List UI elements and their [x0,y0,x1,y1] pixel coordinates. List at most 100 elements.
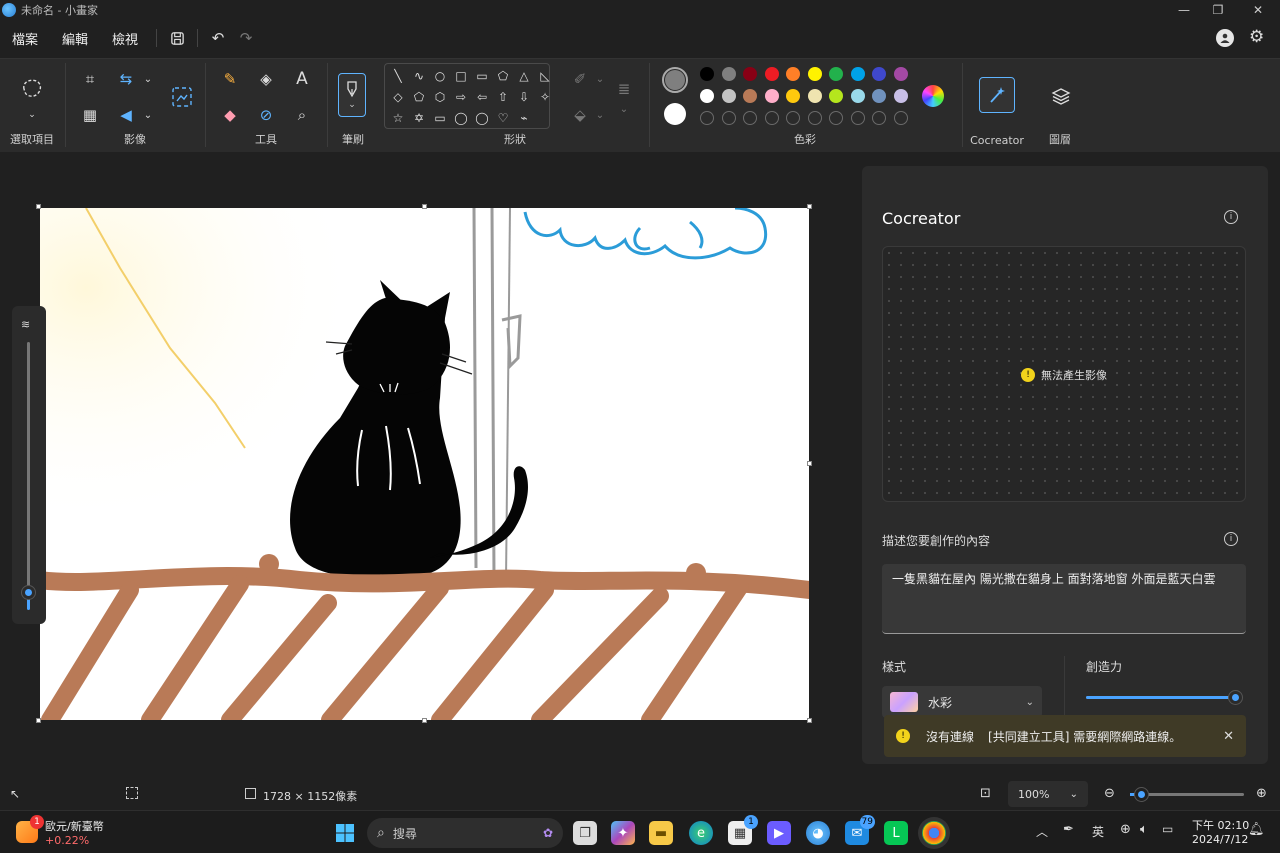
widgets-stock-icon[interactable]: 1 [16,815,44,843]
palette-color-swatch[interactable] [807,89,822,103]
shape-triangle-icon[interactable]: △ [514,66,534,86]
volume-icon[interactable]: 🔈︎ [1140,822,1148,837]
palette-color-swatch[interactable] [786,89,800,103]
paint-taskbar-icon[interactable]: ◕ [806,821,830,845]
image-effects-icon[interactable]: ▦ [78,103,102,127]
start-windows-icon[interactable] [333,821,357,845]
menu-view[interactable]: 檢視 [100,25,150,52]
style-dropdown[interactable]: 水彩 ⌄ [882,686,1042,718]
color-picker-icon[interactable]: ⊘ [254,103,278,127]
eraser-icon[interactable]: ◆ [218,103,242,127]
chrome-browser-icon[interactable] [922,821,946,845]
task-view-icon[interactable]: ❐ [573,821,597,845]
resize-handle-top-right[interactable] [807,204,812,209]
layers-icon[interactable] [1048,83,1074,109]
shape-line-icon[interactable]: ╲ [388,66,408,86]
mail-icon[interactable]: ✉ 79 [845,815,875,845]
settings-gear-icon[interactable]: ⚙ [1249,27,1264,47]
restore-icon[interactable]: ❐ [1196,0,1240,20]
palette-color-swatch[interactable] [850,89,865,103]
shape-four-point-star-icon[interactable]: ✧ [535,87,555,107]
custom-color-slot[interactable] [764,111,779,125]
redo-icon[interactable]: ↷ [232,24,260,52]
edit-colors-icon[interactable] [922,85,944,107]
battery-icon[interactable]: ▭ [1162,822,1173,836]
shape-polygon-icon[interactable]: ⬠ [493,66,513,86]
line-app-icon[interactable]: L [884,821,908,845]
undo-icon[interactable]: ↶ [204,24,232,52]
zoom-slider[interactable] [1130,788,1244,801]
zoom-dropdown[interactable]: 100% ⌄ [1008,781,1088,807]
custom-color-slot[interactable] [743,111,757,125]
shape-callout-oval-icon[interactable]: ◯ [451,108,471,128]
fit-to-window-icon[interactable]: ⊡ [980,786,991,801]
shape-curve-icon[interactable]: ∿ [409,66,429,86]
shape-left-arrow-icon[interactable]: ⇦ [472,87,492,107]
custom-color-slot[interactable] [829,111,843,125]
brush-button[interactable]: ⌄ [338,73,366,117]
slider-thumb[interactable] [22,586,35,599]
creativity-slider-track[interactable] [1086,691,1242,704]
custom-color-slot[interactable] [721,111,736,125]
outline-dropdown-icon[interactable]: ⌄ [588,67,612,91]
zoom-in-icon[interactable]: ⊕ [1256,786,1267,801]
palette-color-swatch[interactable] [829,67,843,81]
resize-handle-top[interactable] [422,204,427,209]
custom-color-slot[interactable] [893,111,908,125]
account-icon[interactable] [1216,29,1234,47]
palette-color-swatch[interactable] [872,89,886,103]
resize-handle-right[interactable] [807,461,812,466]
custom-color-slot[interactable] [850,111,865,125]
shape-callout-rect-icon[interactable]: ▭ [430,108,450,128]
resize-handle-top-left[interactable] [36,204,41,209]
shape-up-arrow-icon[interactable]: ⇧ [493,87,513,107]
palette-color-swatch[interactable] [700,89,714,103]
shape-lightning-icon[interactable]: ⌁ [514,108,534,128]
shape-right-triangle-icon[interactable]: ◺ [535,66,555,86]
size-dropdown-icon[interactable]: ⌄ [612,97,636,121]
shape-rectangle-icon[interactable]: □ [451,66,471,86]
palette-color-swatch[interactable] [872,67,886,81]
copilot-icon[interactable]: ✦ [611,821,635,845]
taskbar-search-box[interactable]: ⌕ 搜尋 ✿ [367,818,563,848]
file-explorer-icon[interactable]: ▬ [649,821,673,845]
menu-edit[interactable]: 編輯 [50,25,100,52]
custom-color-slot[interactable] [700,111,714,125]
toast-close-icon[interactable]: ✕ [1223,729,1234,744]
free-form-select-icon[interactable] [18,75,46,103]
palette-color-swatch[interactable] [743,67,757,81]
shape-diamond-icon[interactable]: ◇ [388,87,408,107]
primary-color-button[interactable] [662,67,688,93]
palette-color-swatch[interactable] [850,67,865,81]
menu-file[interactable]: 檔案 [0,25,50,52]
media-player-icon[interactable]: ▶ [767,821,791,845]
resize-dropdown-icon[interactable]: ⌄ [136,67,160,91]
drawing-canvas[interactable] [40,208,809,720]
palette-color-swatch[interactable] [893,67,908,81]
fill-dropdown-icon[interactable]: ⌄ [588,103,612,127]
flip-icon[interactable]: ◀ [114,103,138,127]
resize-handle-bottom[interactable] [422,718,427,723]
palette-color-swatch[interactable] [700,67,714,81]
network-globe-icon[interactable]: ⊕ [1120,822,1131,837]
info-icon[interactable]: i [1224,210,1238,224]
ime-indicator[interactable]: 英 [1092,823,1104,840]
pen-icon[interactable]: ✒ [1063,822,1074,837]
creativity-slider-thumb[interactable] [1229,691,1242,704]
notification-bell-icon[interactable]: 🔔︎ [1248,822,1265,837]
cocreator-button[interactable] [979,77,1015,113]
palette-color-swatch[interactable] [743,89,757,103]
secondary-color-swatch[interactable] [664,103,686,125]
close-icon[interactable]: ✕ [1236,0,1280,20]
flip-dropdown-icon[interactable]: ⌄ [136,103,160,127]
show-hidden-icons-chevron-icon[interactable]: ︿ [1036,823,1048,840]
fill-bucket-icon[interactable]: ◈ [254,67,278,91]
resize-handle-bottom-left[interactable] [36,718,41,723]
prompt-textarea[interactable]: 一隻黑貓在屋內 陽光撒在貓身上 面對落地窗 外面是藍天白雲 [882,564,1246,634]
zoom-out-icon[interactable]: ⊖ [1104,786,1115,801]
resize-handle-bottom-right[interactable] [807,718,812,723]
custom-color-slot[interactable] [786,111,800,125]
zoom-slider-thumb[interactable] [1135,788,1148,801]
shape-pentagon-icon[interactable]: ⬠ [409,87,429,107]
clock-time[interactable]: 下午 02:10 [1192,817,1249,833]
